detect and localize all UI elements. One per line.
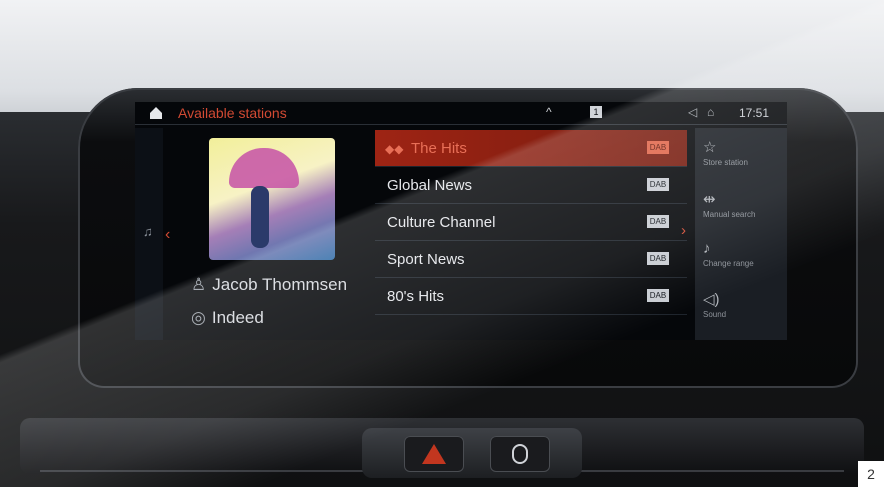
playing-icon: ◆◆: [385, 142, 404, 156]
station-name: Sport News: [387, 251, 465, 268]
artist-name: Jacob Thommsen: [212, 275, 348, 294]
station-row[interactable]: ◆◆ The Hits DAB: [375, 130, 687, 167]
dab-badge: DAB: [647, 178, 669, 191]
lock-icon: [512, 444, 528, 464]
range-icon: ♪: [703, 240, 711, 257]
tune-icon: ⇹: [703, 191, 716, 208]
station-row[interactable]: Sport News DAB: [375, 241, 687, 278]
dab-badge: DAB: [647, 289, 669, 302]
user-icon[interactable]: ⌂: [707, 105, 714, 119]
home-icon[interactable]: [149, 106, 163, 120]
side-menu-label: Manual search: [703, 210, 756, 219]
side-menu-label: Change range: [703, 259, 754, 268]
page-title: Available stations: [178, 105, 287, 121]
station-list: ◆◆ The Hits DAB Global News DAB Culture …: [375, 130, 687, 315]
dab-badge: DAB: [647, 252, 669, 265]
music-note-icon[interactable]: ♫: [143, 224, 153, 239]
side-menu-label: Sound: [703, 310, 727, 319]
dab-badge: DAB: [647, 141, 669, 154]
station-name: The Hits: [411, 140, 467, 157]
speaker-icon: ◁: [688, 105, 698, 119]
central-lock-button[interactable]: [490, 436, 550, 472]
page-number: 2: [858, 461, 884, 487]
star-icon: ☆: [703, 139, 717, 156]
album-art-figure: [251, 186, 269, 248]
chevron-left-icon[interactable]: ‹: [165, 226, 170, 244]
disc-icon: ◎: [191, 308, 206, 327]
station-row[interactable]: Culture Channel DAB: [375, 204, 687, 241]
side-menu-label: Store station: [703, 158, 748, 167]
clock: 17:51: [739, 106, 770, 120]
infotainment-screen: Available stations ^ 1 ◁ ⌂ 17:51 ♫ ‹ ♙ Ja…: [135, 102, 787, 340]
left-rail: ♫: [135, 128, 163, 340]
station-row[interactable]: 80's Hits DAB: [375, 278, 687, 315]
sound-icon: ◁): [703, 291, 720, 308]
side-menu-manual-search[interactable]: ⇹ Manual search: [703, 190, 783, 219]
photo-scene: Available stations ^ 1 ◁ ⌂ 17:51 ♫ ‹ ♙ Ja…: [0, 0, 884, 487]
side-menu-store-station[interactable]: ☆ Store station: [703, 138, 783, 167]
top-bar: Available stations ^ 1 ◁ ⌂ 17:51: [135, 102, 787, 125]
album-art: [209, 138, 335, 260]
artist-line: ♙ Jacob Thommsen: [191, 275, 347, 295]
source-badge: 1: [590, 106, 602, 118]
person-icon: ♙: [191, 275, 207, 294]
hazard-button[interactable]: [404, 436, 464, 472]
side-menu-sound[interactable]: ◁) Sound: [703, 290, 783, 319]
side-menu-change-range[interactable]: ♪ Change range: [703, 240, 783, 268]
album-line: ◎ Indeed: [191, 308, 264, 328]
album-art-umbrella: [229, 148, 299, 188]
dab-badge: DAB: [647, 215, 669, 228]
album-name: Indeed: [211, 308, 264, 327]
station-name: 80's Hits: [387, 288, 445, 305]
station-row[interactable]: Global News DAB: [375, 167, 687, 204]
chevron-up-icon[interactable]: ^: [546, 105, 552, 119]
station-name: Culture Channel: [387, 214, 496, 231]
chevron-right-icon[interactable]: ›: [681, 222, 686, 239]
side-menu: ☆ Store station ⇹ Manual search ♪ Change…: [695, 128, 787, 340]
station-name: Global News: [387, 177, 473, 194]
hazard-triangle-icon: [422, 444, 446, 464]
